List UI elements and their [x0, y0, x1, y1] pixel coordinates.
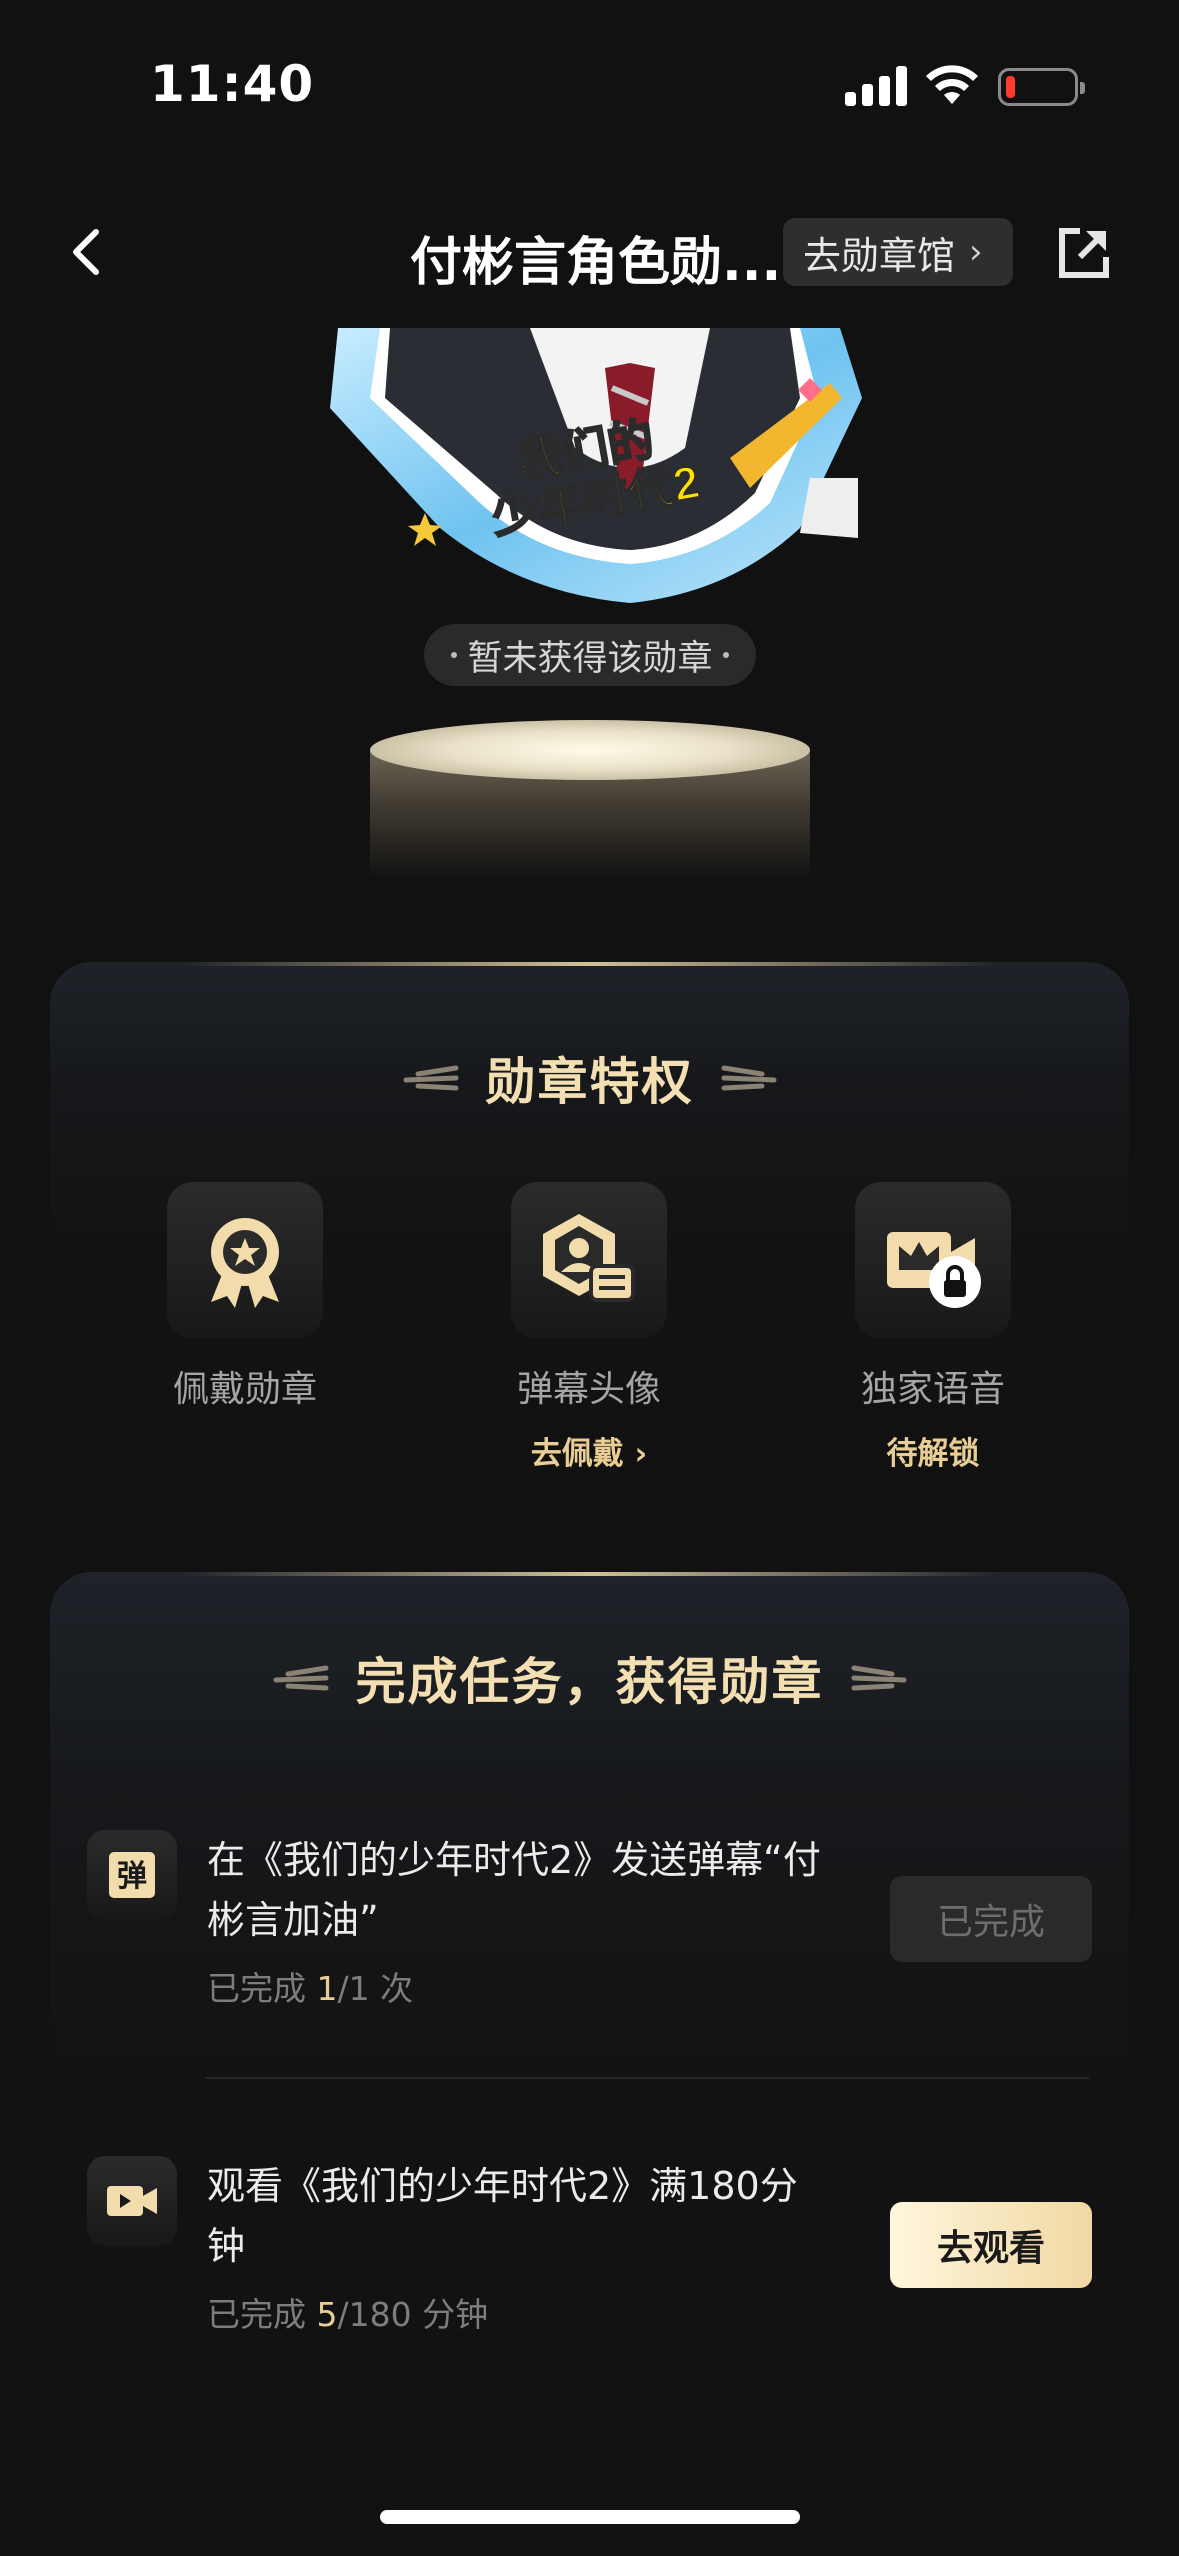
task-divider [205, 2077, 1089, 2079]
perk-label: 独家语音 [860, 1369, 1005, 1410]
perk-icon-box [855, 1182, 1011, 1338]
status-time: 11:40 [150, 55, 315, 113]
deco-left-icon [273, 1665, 328, 1691]
medal-hall-label: 去勋章馆 [803, 233, 956, 278]
perk-icon-box [511, 1182, 667, 1338]
dot-right-icon [722, 652, 729, 658]
perk-danmaku-avatar[interactable]: 弹幕头像 去佩戴 › [459, 1182, 719, 1473]
medal-badge-image: 我们的 少年时代2 [330, 328, 862, 603]
task-description: 观看《我们的少年时代2》满180分钟 [207, 2164, 798, 2268]
task-item-watch: 观看《我们的少年时代2》满180分钟 已完成 5/180 分钟 去观看 [87, 2156, 1092, 2356]
task-icon-box: 弹 [87, 1830, 177, 1920]
locked-status: 待解锁 [886, 1436, 980, 1472]
medal-detail-page: 11:40 付彬言角色勋... 去勋章馆 › 我们的 少年时代2 暂未获得该勋章… [0, 0, 1179, 2556]
status-bar: 11:40 [0, 0, 1179, 150]
avatar-card-icon [543, 1214, 635, 1302]
home-indicator[interactable] [380, 2510, 800, 2524]
task-icon-box [87, 2156, 177, 2246]
perk-label: 佩戴勋章 [172, 1369, 317, 1410]
deco-right-icon [721, 1065, 776, 1091]
medal-status-text: 暂未获得该勋章 [467, 638, 713, 679]
locked-voice-icon [887, 1232, 981, 1308]
tasks-header: 完成任务，获得勋章 [50, 1642, 1129, 1714]
perk-exclusive-voice[interactable]: 独家语音 待解锁 [803, 1182, 1063, 1473]
task-progress: 已完成 5/180 分钟 [207, 2288, 488, 2336]
battery-level [1006, 76, 1015, 98]
chevron-right-icon: › [969, 232, 983, 272]
cellular-signal-icon [845, 66, 907, 106]
task-description: 在《我们的少年时代2》发送弹幕“付彬言加油” [207, 1838, 821, 1942]
medal-hall-button[interactable]: 去勋章馆 › [783, 218, 1013, 286]
go-watch-button[interactable]: 去观看 [890, 2202, 1092, 2288]
medal-hero: 我们的 少年时代2 暂未获得该勋章 [0, 320, 1179, 900]
perk-wear-medal[interactable]: 佩戴勋章 [115, 1182, 375, 1412]
task-item-danmaku: 弹 在《我们的少年时代2》发送弹幕“付彬言加油” 已完成 1/1 次 已完成 [87, 1830, 1092, 2030]
battery-icon [998, 68, 1085, 106]
progress-current: 1 [316, 1969, 338, 2008]
danmaku-icon-char: 弹 [117, 1859, 147, 1894]
progress-current: 5 [316, 2295, 338, 2334]
tasks-card: 完成任务，获得勋章 弹 在《我们的少年时代2》发送弹幕“付彬言加油” 已完成 1… [50, 1572, 1129, 2512]
pedestal-top [370, 720, 810, 780]
deco-left-icon [403, 1065, 458, 1091]
medal-perks-card: 勋章特权 佩戴勋章 弹幕头像 去佩戴 › 独家语音 待解锁 [50, 962, 1129, 1492]
dot-left-icon [451, 652, 458, 658]
wifi-icon [926, 65, 978, 104]
progress-rest: /1 次 [337, 1969, 414, 2008]
deco-right-icon [851, 1665, 906, 1691]
progress-prefix: 已完成 [207, 1969, 317, 2008]
perk-label: 弹幕头像 [516, 1369, 661, 1410]
tasks-title: 完成任务，获得勋章 [355, 1653, 824, 1711]
task-progress: 已完成 1/1 次 [207, 1962, 413, 2010]
perks-title: 勋章特权 [485, 1053, 694, 1111]
page-title: 付彬言角色勋... [410, 233, 782, 293]
medal-pedestal [370, 720, 810, 880]
video-icon [107, 2186, 157, 2216]
danmaku-icon: 弹 [109, 1852, 155, 1898]
task-completed-button: 已完成 [890, 1876, 1092, 1962]
progress-prefix: 已完成 [207, 2295, 317, 2334]
perk-icon-box [167, 1182, 323, 1338]
progress-rest: /180 分钟 [337, 2295, 489, 2334]
back-icon[interactable] [62, 222, 114, 282]
nav-bar: 付彬言角色勋... 去勋章馆 › [0, 200, 1179, 310]
medal-ribbon-icon [211, 1218, 279, 1308]
go-wear-link[interactable]: 去佩戴 › [459, 1428, 719, 1473]
share-icon[interactable] [1056, 225, 1112, 281]
medal-status-pill: 暂未获得该勋章 [424, 624, 756, 686]
perks-header: 勋章特权 [50, 1042, 1129, 1114]
